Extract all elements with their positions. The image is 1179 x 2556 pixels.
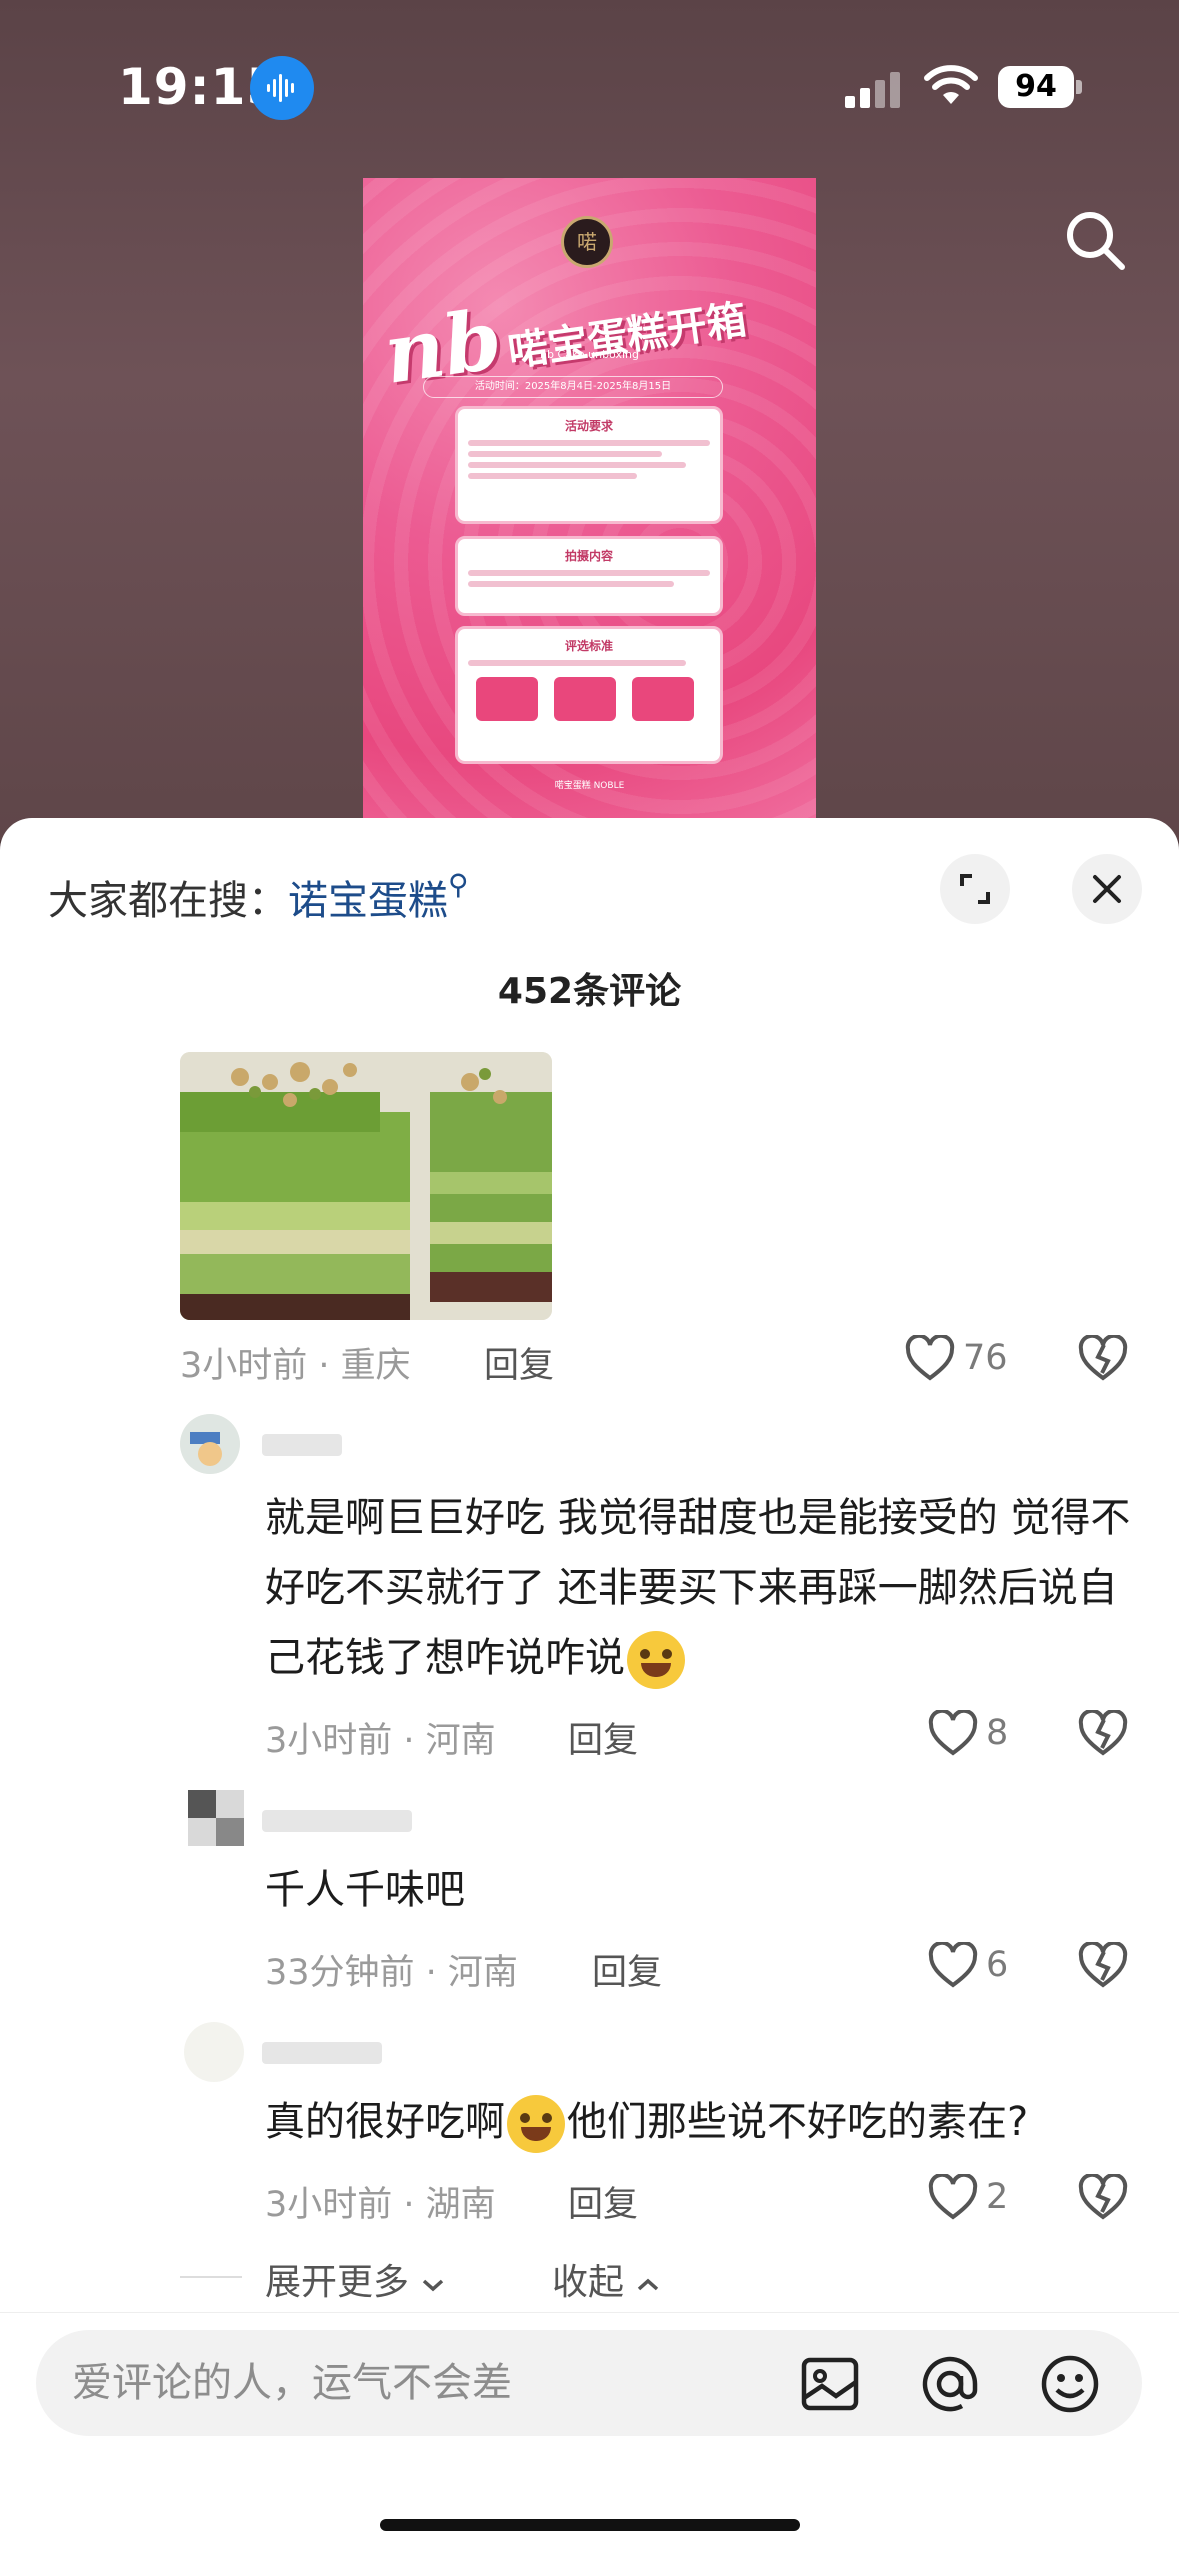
comment-meta: 33分钟前 · 河南: [265, 1953, 518, 1993]
expand-more-button[interactable]: 展开更多: [265, 2253, 446, 2305]
poster-footer: 喏宝蛋糕 NOBLE: [554, 781, 625, 791]
like-count: 6: [986, 1945, 1009, 1985]
avatar[interactable]: [184, 2022, 244, 2082]
signal-icon: [845, 72, 900, 108]
home-indicator[interactable]: [380, 2519, 800, 2531]
poster-date: 活动时间：2025年8月4日-2025年8月15日: [423, 376, 723, 398]
close-button[interactable]: [1072, 854, 1142, 924]
fullscreen-button[interactable]: [940, 854, 1010, 924]
poster-card-criteria: 评选标准: [455, 626, 723, 764]
divider-line: [180, 2276, 242, 2278]
expand-more-label: 展开更多: [265, 2262, 410, 2303]
collapse-button[interactable]: 收起: [552, 2253, 661, 2305]
poster-card-requirements: 活动要求: [455, 406, 723, 524]
wifi-icon: [924, 65, 978, 104]
like-count: 76: [963, 1338, 1008, 1378]
username-blurred[interactable]: [262, 1810, 412, 1832]
fullscreen-icon: [960, 874, 990, 904]
battery-tip: [1076, 80, 1082, 94]
poster-subtitle: nb Cake unboxing: [540, 348, 639, 361]
like-button[interactable]: 8: [928, 1710, 1008, 1756]
chevron-down-icon: [423, 2279, 444, 2292]
reply-button[interactable]: 回复: [592, 1944, 662, 1995]
comment-meta: 3小时前 · 河南: [265, 1721, 496, 1761]
collapse-label: 收起: [552, 2262, 625, 2303]
like-button[interactable]: 76: [905, 1335, 1008, 1381]
avatar[interactable]: [188, 1790, 244, 1846]
close-icon: [1093, 875, 1121, 903]
voice-icon: [250, 56, 314, 120]
comment-body-part1: 真的很好吃啊: [265, 2099, 505, 2145]
search-small-icon: ⚲: [448, 868, 469, 901]
like-count: 2: [986, 2177, 1009, 2217]
poster-card-title: 活动要求: [564, 419, 613, 433]
comment-body-part2: 他们那些说不好吃的素在?: [567, 2099, 1029, 2145]
heart-icon: [928, 2174, 978, 2220]
poster-card-title: 评选标准: [564, 639, 613, 653]
comment-count: 452条评论: [497, 971, 682, 1012]
poster-card-title: 拍摄内容: [564, 549, 613, 563]
broken-heart-icon[interactable]: [1078, 1710, 1128, 1756]
username-blurred[interactable]: [262, 2042, 382, 2064]
laugh-cry-emoji-icon: [627, 1631, 685, 1689]
broken-heart-icon[interactable]: [1078, 2174, 1128, 2220]
poster-card-content: 拍摄内容: [455, 536, 723, 616]
comment-text: 千人千味吧: [265, 1867, 465, 1913]
comment-image-cake[interactable]: [180, 1052, 552, 1320]
comment-text: 真的很好吃啊 他们那些说不好吃的素在?: [265, 2087, 1145, 2157]
like-count: 8: [986, 1713, 1009, 1753]
grin-sweat-emoji-icon: [507, 2095, 565, 2153]
status-bar: 19:15 94: [0, 0, 1179, 170]
username-blurred[interactable]: [262, 1434, 342, 1456]
poster-title-small: 喏宝蛋糕开箱: [505, 295, 750, 376]
reply-button[interactable]: 回复: [568, 1712, 638, 1763]
comment-text: 就是啊巨巨好吃 我觉得甜度也是能接受的 觉得不好吃不买就行了 还非要买下来再踩一…: [265, 1483, 1145, 1693]
trending-search-keyword[interactable]: 诺宝蛋糕: [288, 878, 448, 924]
trending-search[interactable]: 大家都在搜：诺宝蛋糕⚲: [48, 868, 469, 926]
broken-heart-icon[interactable]: [1078, 1335, 1128, 1381]
reply-button[interactable]: 回复: [568, 2176, 638, 2227]
comment-body: 就是啊巨巨好吃 我觉得甜度也是能接受的 觉得不好吃不买就行了 还非要买下来再踩一…: [265, 1495, 1131, 1681]
comment-meta: 3小时前 · 湖南: [265, 2185, 496, 2225]
battery-level: 94: [998, 66, 1074, 108]
comment-input[interactable]: [72, 2330, 772, 2436]
heart-icon: [928, 1710, 978, 1756]
emoji-icon[interactable]: [1038, 2352, 1102, 2416]
at-icon[interactable]: [918, 2352, 982, 2416]
image-icon[interactable]: [798, 2352, 862, 2416]
like-button[interactable]: 2: [928, 2174, 1008, 2220]
avatar[interactable]: [180, 1414, 240, 1474]
like-button[interactable]: 6: [928, 1942, 1008, 1988]
broken-heart-icon[interactable]: [1078, 1942, 1128, 1988]
heart-icon: [905, 1335, 955, 1381]
reply-button[interactable]: 回复: [484, 1337, 554, 1388]
search-icon[interactable]: [1060, 205, 1132, 277]
heart-icon: [928, 1942, 978, 1988]
poster-image[interactable]: 喏 nb 喏宝蛋糕开箱 nb Cake unboxing 活动时间：2025年8…: [363, 178, 816, 818]
poster-logo: 喏: [561, 216, 613, 268]
chevron-up-icon: [638, 2278, 659, 2291]
trending-search-prefix: 大家都在搜：: [48, 878, 288, 924]
comment-meta: 3小时前 · 重庆: [180, 1346, 411, 1386]
